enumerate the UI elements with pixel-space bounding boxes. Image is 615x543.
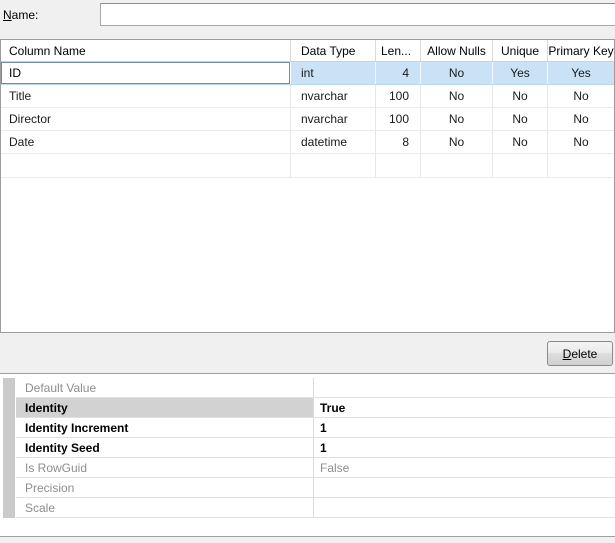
property-value: [314, 498, 615, 517]
table-row[interactable]: Director nvarchar 100 No No No: [1, 108, 614, 131]
data-type-cell[interactable]: nvarchar: [291, 85, 376, 107]
data-type-cell[interactable]: datetime: [291, 131, 376, 153]
new-row-cell[interactable]: [493, 154, 548, 177]
data-type-cell[interactable]: nvarchar: [291, 108, 376, 130]
property-label: Is RowGuid: [16, 458, 314, 477]
primary-key-cell[interactable]: No: [548, 85, 614, 107]
name-label: Name:: [3, 8, 39, 22]
new-row-cell[interactable]: [376, 154, 421, 177]
unique-cell[interactable]: No: [493, 131, 548, 153]
property-value[interactable]: True: [314, 398, 615, 417]
length-cell[interactable]: 8: [376, 131, 421, 153]
length-cell[interactable]: 100: [376, 108, 421, 130]
column-name-cell[interactable]: Title: [1, 85, 291, 107]
property-row-default-value: Default Value: [16, 378, 615, 398]
primary-key-cell[interactable]: No: [548, 131, 614, 153]
length-cell[interactable]: 100: [376, 85, 421, 107]
column-header-allow-nulls[interactable]: Allow Nulls: [421, 40, 493, 61]
new-column-row[interactable]: [1, 154, 614, 178]
property-value: [314, 478, 615, 497]
property-label: Scale: [16, 498, 314, 517]
property-rows: Default Value Identity True Identity Inc…: [16, 378, 615, 518]
column-header-column-name[interactable]: Column Name: [1, 40, 291, 61]
allow-nulls-cell[interactable]: No: [421, 108, 493, 130]
unique-cell[interactable]: No: [493, 108, 548, 130]
property-label: Precision: [16, 478, 314, 497]
allow-nulls-cell[interactable]: No: [421, 62, 493, 84]
property-row-identity-seed[interactable]: Identity Seed 1: [16, 438, 615, 458]
grid-empty-area: [1, 178, 614, 333]
delete-button[interactable]: Delete: [547, 341, 613, 366]
column-name-editor-input[interactable]: [1, 62, 290, 84]
property-label: Default Value: [16, 378, 314, 397]
property-value: [314, 378, 615, 397]
property-row-identity[interactable]: Identity True: [16, 398, 615, 418]
property-label[interactable]: Identity Seed: [16, 438, 314, 457]
property-row-precision: Precision: [16, 478, 615, 498]
property-grid-gutter: [3, 378, 16, 518]
property-row-identity-increment[interactable]: Identity Increment 1: [16, 418, 615, 438]
new-row-cell[interactable]: [421, 154, 493, 177]
table-row[interactable]: Date datetime 8 No No No: [1, 131, 614, 154]
allow-nulls-cell[interactable]: No: [421, 85, 493, 107]
column-header-primary-key[interactable]: Primary Key: [548, 40, 614, 61]
data-type-cell[interactable]: int: [291, 62, 376, 84]
columns-grid-header: Column Name Data Type Len... Allow Nulls…: [1, 40, 614, 62]
delete-button-label: Delete: [562, 346, 598, 361]
column-name-editor-cell[interactable]: [1, 62, 291, 84]
property-row-is-rowguid: Is RowGuid False: [16, 458, 615, 478]
column-name-cell[interactable]: Date: [1, 131, 291, 153]
property-label[interactable]: Identity Increment: [16, 418, 314, 437]
property-value[interactable]: 1: [314, 438, 615, 457]
new-row-cell[interactable]: [291, 154, 376, 177]
column-name-cell[interactable]: Director: [1, 108, 291, 130]
table-designer-panel: Name: Column Name Data Type Len... Allow…: [0, 0, 615, 543]
column-header-length[interactable]: Len...: [376, 40, 421, 61]
unique-cell[interactable]: Yes: [493, 62, 548, 84]
primary-key-cell[interactable]: No: [548, 108, 614, 130]
column-header-unique[interactable]: Unique: [493, 40, 548, 61]
new-row-cell[interactable]: [548, 154, 614, 177]
columns-grid: Column Name Data Type Len... Allow Nulls…: [0, 39, 615, 333]
table-row[interactable]: int 4 No Yes Yes: [1, 62, 614, 85]
property-value[interactable]: 1: [314, 418, 615, 437]
property-label[interactable]: Identity: [16, 398, 314, 417]
column-header-data-type[interactable]: Data Type: [291, 40, 376, 61]
length-cell[interactable]: 4: [376, 62, 421, 84]
primary-key-cell[interactable]: Yes: [548, 62, 614, 84]
allow-nulls-cell[interactable]: No: [421, 131, 493, 153]
table-row[interactable]: Title nvarchar 100 No No No: [1, 85, 614, 108]
unique-cell[interactable]: No: [493, 85, 548, 107]
new-row-cell[interactable]: [1, 154, 291, 177]
property-row-scale: Scale: [16, 498, 615, 518]
name-input[interactable]: [100, 3, 615, 26]
column-properties-grid: Default Value Identity True Identity Inc…: [0, 373, 615, 537]
property-value: False: [320, 460, 350, 475]
